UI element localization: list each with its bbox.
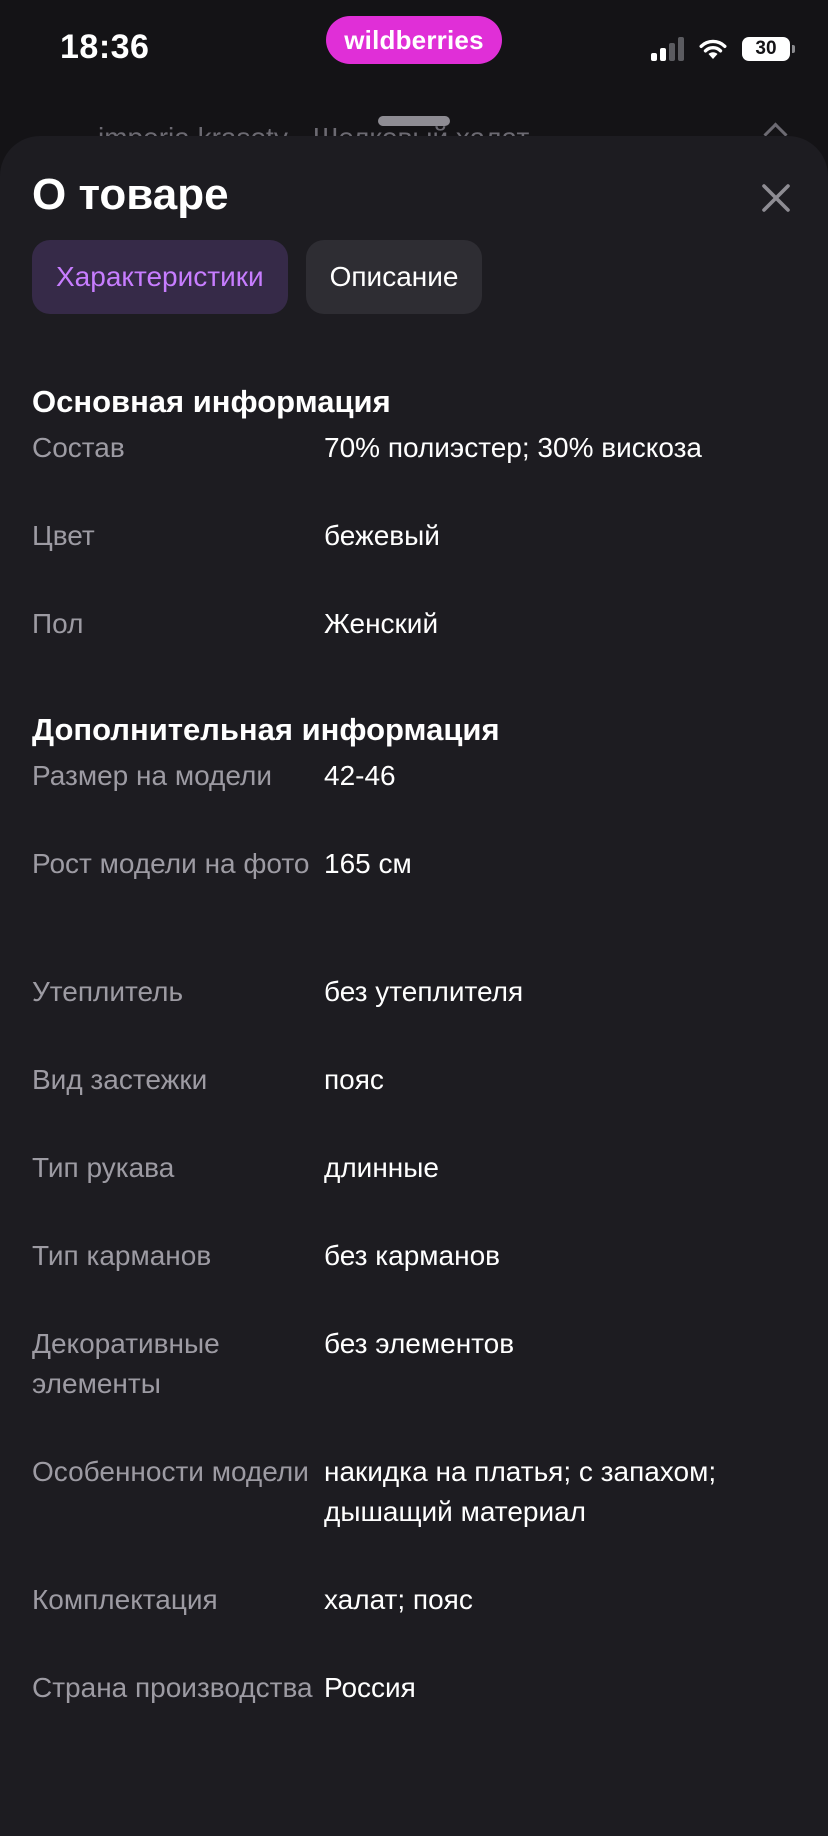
spec-row: Декоративные элементы без элементов xyxy=(32,1324,802,1404)
spec-label: Рост модели на фото xyxy=(32,848,310,879)
spec-value: Россия xyxy=(324,1672,416,1703)
sheet-grabber[interactable] xyxy=(378,116,450,126)
brand-logo[interactable]: wildberries xyxy=(326,16,502,64)
spec-row: Страна производства Россия xyxy=(32,1668,802,1708)
spec-label: Вид застежки xyxy=(32,1064,208,1095)
spec-value: 165 см xyxy=(324,848,412,879)
spec-value: халат; пояс xyxy=(324,1584,473,1615)
wifi-icon xyxy=(699,39,727,59)
spec-value: 70% полиэстер; 30% вискоза xyxy=(324,432,702,463)
cellular-signal-icon xyxy=(651,37,684,61)
spec-label: Особенности модели xyxy=(32,1456,309,1487)
spec-row: Особенности модели накидка на платья; с … xyxy=(32,1452,802,1532)
spec-row: Цвет бежевый xyxy=(32,516,802,556)
spec-label: Размер на модели xyxy=(32,760,272,791)
spec-row: Состав 70% полиэстер; 30% вискоза xyxy=(32,428,802,468)
status-icons: 30 xyxy=(651,34,795,64)
tab-description[interactable]: Описание xyxy=(305,240,483,314)
tab-bar: Характеристики Описание xyxy=(32,240,483,314)
spec-label: Декоративные элементы xyxy=(32,1328,220,1399)
spec-value: без утеплителя xyxy=(324,976,524,1007)
spec-value: без карманов xyxy=(324,1240,501,1271)
spec-row: Рост модели на фото 165 см xyxy=(32,844,802,884)
about-product-sheet: О товаре Характеристики Описание Основна… xyxy=(0,136,828,1836)
spec-value: 42-46 xyxy=(324,760,396,791)
spec-row: Вид застежки пояс xyxy=(32,1060,802,1100)
status-time: 18:36 xyxy=(60,28,150,66)
spec-value: Женский xyxy=(324,608,439,639)
sheet-title: О товаре xyxy=(32,170,229,219)
close-icon[interactable] xyxy=(754,176,798,220)
spec-row: Тип рукава длинные xyxy=(32,1148,802,1188)
section-title-main-info: Основная информация xyxy=(32,384,391,419)
spec-row: Комплектация халат; пояс xyxy=(32,1580,802,1620)
tab-characteristics[interactable]: Характеристики xyxy=(32,240,288,314)
spec-label: Комплектация xyxy=(32,1584,218,1615)
section-title-additional-info: Дополнительная информация xyxy=(32,712,500,747)
spec-row: Пол Женский xyxy=(32,604,802,644)
spec-value: без элементов xyxy=(324,1328,515,1359)
spec-row: Утеплитель без утеплителя xyxy=(32,972,802,1012)
spec-row: Размер на модели 42-46 xyxy=(32,756,802,796)
spec-label: Состав xyxy=(32,432,125,463)
spec-label: Утеплитель xyxy=(32,976,184,1007)
status-bar: 18:36 wildberries 30 xyxy=(0,0,828,100)
spec-label: Тип рукава xyxy=(32,1152,175,1183)
battery-icon: 30 xyxy=(742,37,795,61)
spec-value: пояс xyxy=(324,1064,384,1095)
spec-label: Пол xyxy=(32,608,84,639)
spec-label: Цвет xyxy=(32,520,95,551)
spec-value: накидка на платья; с запахом; дышащий ма… xyxy=(324,1456,717,1527)
spec-value: бежевый xyxy=(324,520,440,551)
spec-value: длинные xyxy=(324,1152,439,1183)
spec-label: Страна производства xyxy=(32,1672,313,1703)
spec-label: Тип карманов xyxy=(32,1240,212,1271)
spec-row: Тип карманов без карманов xyxy=(32,1236,802,1276)
